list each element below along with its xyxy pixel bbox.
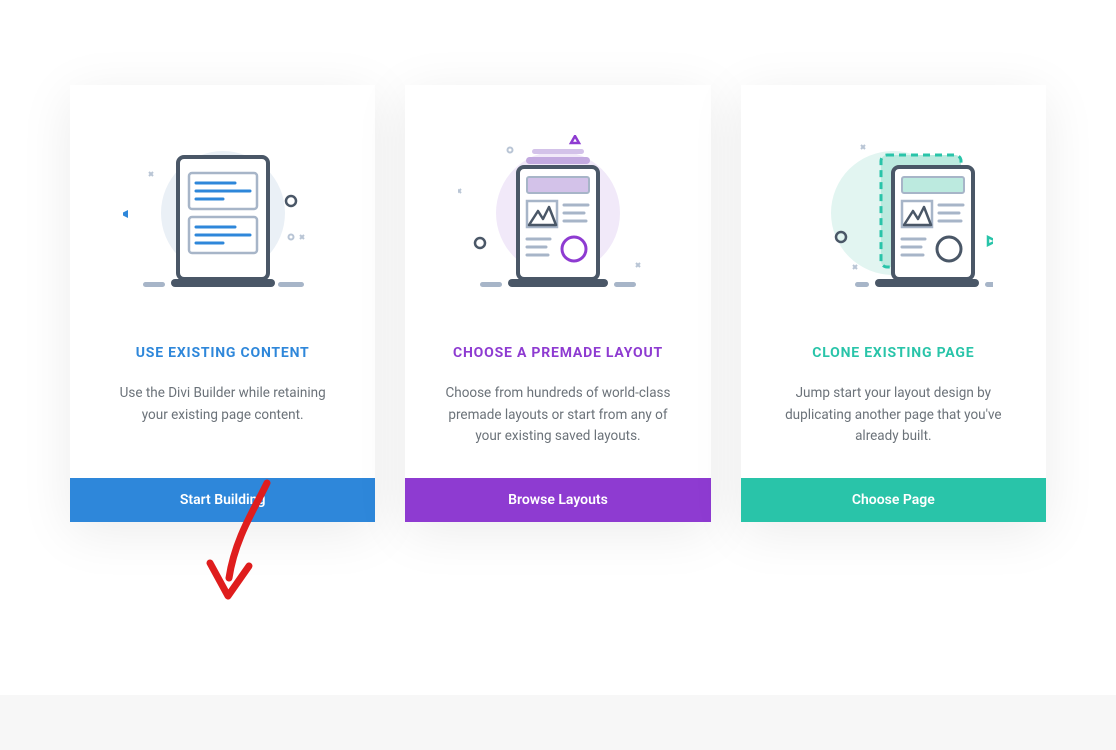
clone-page-icon <box>793 135 993 295</box>
card-title: CHOOSE A PREMADE LAYOUT <box>453 345 663 361</box>
card-description: Choose from hundreds of world-class prem… <box>435 383 680 448</box>
card-description: Jump start your layout design by duplica… <box>771 383 1016 448</box>
card-body: CLONE EXISTING PAGE Jump start your layo… <box>741 85 1046 478</box>
choose-page-button[interactable]: Choose Page <box>741 478 1046 522</box>
document-lines-icon <box>123 135 323 295</box>
card-title: USE EXISTING CONTENT <box>136 345 310 361</box>
start-building-button[interactable]: Start Building <box>70 478 375 522</box>
card-title: CLONE EXISTING PAGE <box>812 345 974 361</box>
footer-strip <box>0 695 1116 750</box>
option-cards-container: USE EXISTING CONTENT Use the Divi Builde… <box>0 0 1116 552</box>
card-body: CHOOSE A PREMADE LAYOUT Choose from hund… <box>405 85 710 478</box>
browse-layouts-button[interactable]: Browse Layouts <box>405 478 710 522</box>
card-description: Use the Divi Builder while retaining you… <box>100 383 345 426</box>
card-use-existing-content: USE EXISTING CONTENT Use the Divi Builde… <box>70 85 375 522</box>
layout-templates-icon <box>458 135 658 295</box>
card-clone-existing-page: CLONE EXISTING PAGE Jump start your layo… <box>741 85 1046 522</box>
card-choose-premade-layout: CHOOSE A PREMADE LAYOUT Choose from hund… <box>405 85 710 522</box>
card-body: USE EXISTING CONTENT Use the Divi Builde… <box>70 85 375 478</box>
